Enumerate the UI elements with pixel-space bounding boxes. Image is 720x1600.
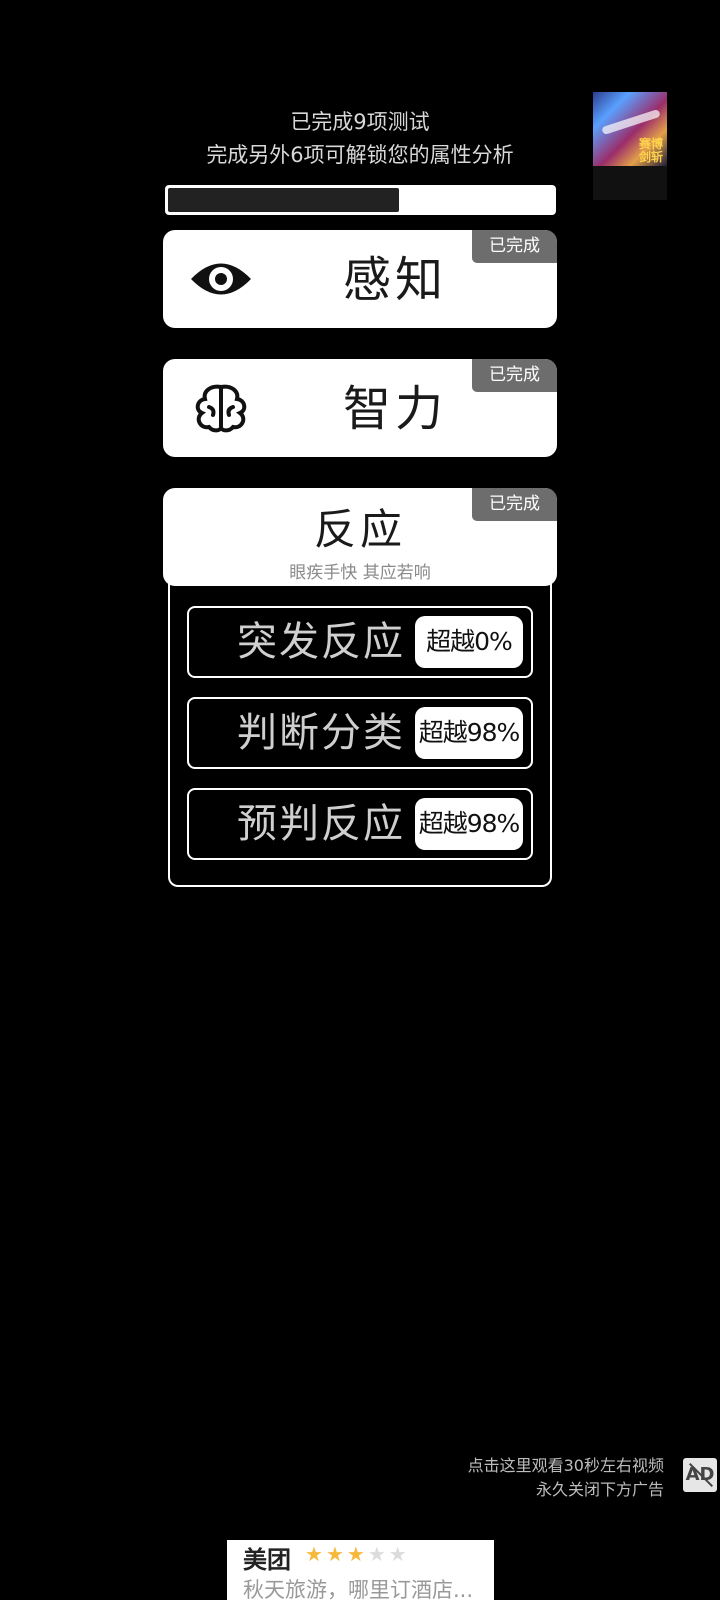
- perception-card[interactable]: 感知 已完成: [163, 230, 557, 328]
- no-ads-icon[interactable]: AD: [683, 1458, 717, 1492]
- completed-badge: 已完成: [472, 359, 557, 392]
- thumbnail-caption: 赛博剑斩: [638, 137, 663, 164]
- rating-stars: ★★★★★: [305, 1542, 410, 1566]
- star-icon: ★: [346, 1542, 368, 1566]
- completed-badge: 已完成: [472, 230, 557, 263]
- card-title: 感知: [343, 252, 448, 308]
- progress-fill: [168, 188, 399, 212]
- star-icon: ★: [367, 1542, 389, 1566]
- reaction-card[interactable]: 反应 眼疾手快 其应若响 已完成: [163, 488, 557, 586]
- test-name: 预判反应: [237, 801, 405, 847]
- game-thumbnail[interactable]: 赛博剑斩: [593, 92, 667, 200]
- remove-ads-prompt[interactable]: 点击这里观看30秒左右视频 永久关闭下方广告: [468, 1454, 664, 1502]
- test-name: 判断分类: [237, 710, 405, 756]
- eye-icon: [191, 263, 251, 295]
- test-score-badge: 超越0%: [415, 616, 523, 668]
- thumbnail-image: 赛博剑斩: [593, 92, 667, 166]
- unlock-hint-text: 完成另外6项可解锁您的属性分析: [206, 143, 514, 167]
- test-item-sudden-reaction[interactable]: 突发反应 超越0%: [187, 606, 533, 678]
- ad-brand: 美团: [243, 1546, 291, 1574]
- tests-completed-text: 已完成9项测试: [290, 110, 430, 134]
- star-icon: ★: [305, 1542, 326, 1566]
- test-score-badge: 超越98%: [415, 707, 523, 759]
- progress-bar: [165, 185, 556, 215]
- completed-badge: 已完成: [472, 488, 557, 521]
- brain-icon: [195, 384, 247, 433]
- ad-headline: 秋天旅游，哪里订酒店...: [243, 1578, 474, 1600]
- test-name: 突发反应: [237, 619, 405, 665]
- remove-ads-line2: 永久关闭下方广告: [535, 1480, 664, 1499]
- test-item-anticipation-reaction[interactable]: 预判反应 超越98%: [187, 788, 533, 860]
- reaction-tests-panel: 突发反应 超越0% 判断分类 超越98% 预判反应 超越98%: [168, 575, 552, 887]
- star-icon: ★: [388, 1542, 410, 1566]
- banner-ad[interactable]: 美团 ★★★★★ 秋天旅游，哪里订酒店...: [227, 1540, 494, 1600]
- intelligence-card[interactable]: 智力 已完成: [163, 359, 557, 457]
- remove-ads-line1: 点击这里观看30秒左右视频: [467, 1456, 664, 1475]
- test-item-judgment-classification[interactable]: 判断分类 超越98%: [187, 697, 533, 769]
- star-icon: ★: [325, 1542, 347, 1566]
- test-score-badge: 超越98%: [415, 798, 523, 850]
- card-title: 智力: [343, 381, 448, 437]
